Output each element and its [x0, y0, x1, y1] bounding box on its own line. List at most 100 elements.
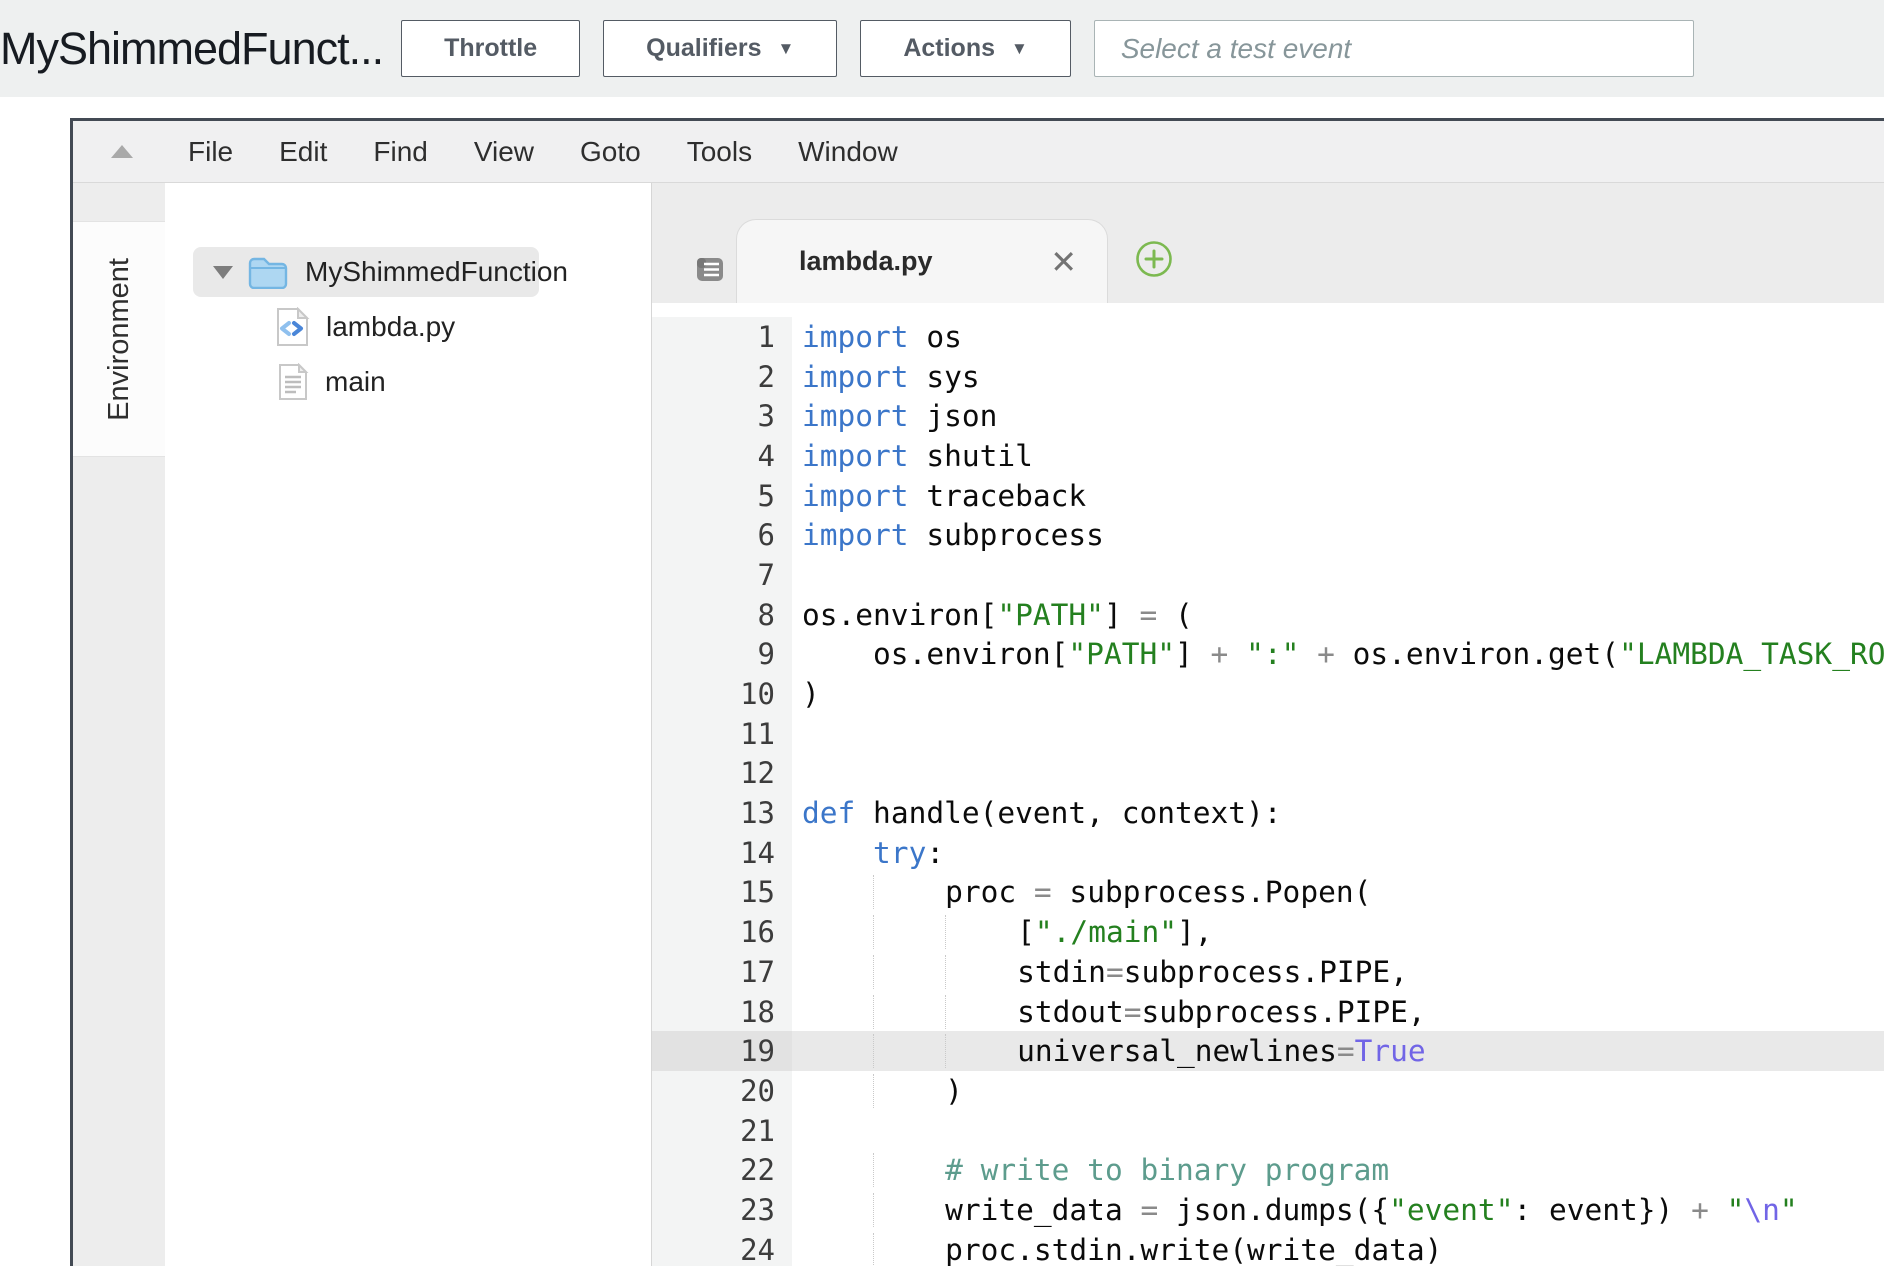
code-line[interactable]: 20 )	[652, 1071, 1884, 1111]
code-line[interactable]: 1import os	[652, 317, 1884, 357]
code-line[interactable]: 14 try:	[652, 833, 1884, 873]
code-line-text: ["./main"],	[792, 912, 1213, 952]
line-number: 4	[652, 436, 792, 476]
line-number: 8	[652, 595, 792, 635]
line-number: 11	[652, 714, 792, 754]
line-number: 21	[652, 1111, 792, 1151]
side-tab-strip: Environment	[73, 183, 165, 1266]
menu-file[interactable]: File	[165, 136, 256, 168]
folder-expander-icon[interactable]	[213, 266, 233, 279]
line-number: 10	[652, 674, 792, 714]
tab-lambda-py[interactable]: lambda.py ✕	[736, 219, 1108, 303]
line-number: 19	[652, 1031, 792, 1071]
code-line[interactable]: 16 ["./main"],	[652, 912, 1884, 952]
line-number: 7	[652, 555, 792, 595]
code-line-text	[792, 754, 802, 794]
code-line-text: import sys	[792, 357, 980, 397]
code-line-text: import shutil	[792, 436, 1033, 476]
code-line-text: stdout=subprocess.PIPE,	[792, 992, 1426, 1032]
line-number: 23	[652, 1190, 792, 1230]
code-line[interactable]: 9 os.environ["PATH"] + ":" + os.environ.…	[652, 635, 1884, 675]
line-number: 9	[652, 635, 792, 675]
menu-find[interactable]: Find	[350, 136, 450, 168]
function-header: MyShimmedFunct... Throttle Qualifiers ▼ …	[0, 0, 1884, 97]
code-line-text: os.environ["PATH"] + ":" + os.environ.ge…	[792, 635, 1884, 675]
folder-icon	[247, 255, 289, 289]
tree-file-lambda-py[interactable]: lambda.py	[165, 302, 651, 352]
code-line[interactable]: 4import shutil	[652, 436, 1884, 476]
code-area[interactable]: 1import os2import sys3import json4import…	[652, 303, 1884, 1266]
line-number: 16	[652, 912, 792, 952]
code-line[interactable]: 18 stdout=subprocess.PIPE,	[652, 992, 1884, 1032]
code-line[interactable]: 6import subprocess	[652, 515, 1884, 555]
menu-window[interactable]: Window	[775, 136, 921, 168]
code-line-text: universal_newlines=True	[792, 1031, 1426, 1071]
line-number: 5	[652, 476, 792, 516]
line-number: 20	[652, 1071, 792, 1111]
code-line[interactable]: 5import traceback	[652, 476, 1884, 516]
line-number: 24	[652, 1230, 792, 1266]
tree-folder-label: MyShimmedFunction	[305, 256, 568, 288]
menu-view[interactable]: View	[451, 136, 557, 168]
code-line[interactable]: 13def handle(event, context):	[652, 793, 1884, 833]
line-number: 1	[652, 317, 792, 357]
code-line-text: )	[792, 1071, 963, 1111]
code-line[interactable]: 19 universal_newlines=True	[652, 1031, 1884, 1071]
line-number: 3	[652, 396, 792, 436]
ide-window: File Edit Find View Goto Tools Window En…	[70, 118, 1884, 1266]
code-line-text: stdin=subprocess.PIPE,	[792, 952, 1408, 992]
code-line-text	[792, 1111, 802, 1151]
line-number: 14	[652, 833, 792, 873]
code-line[interactable]: 22 # write to binary program	[652, 1150, 1884, 1190]
test-event-select[interactable]: Select a test event	[1094, 20, 1694, 77]
menu-tools[interactable]: Tools	[664, 136, 775, 168]
code-line[interactable]: 3import json	[652, 396, 1884, 436]
tree-file-label: main	[325, 366, 386, 398]
code-line[interactable]: 10)	[652, 674, 1884, 714]
tree-folder-myshimmedfunction[interactable]: MyShimmedFunction	[193, 247, 539, 297]
editor-menubar: File Edit Find View Goto Tools Window	[73, 121, 1884, 183]
menu-goto[interactable]: Goto	[557, 136, 664, 168]
tab-environment[interactable]: Environment	[73, 221, 165, 457]
close-icon[interactable]: ✕	[1050, 246, 1077, 278]
code-line[interactable]: 12	[652, 754, 1884, 794]
menu-edit[interactable]: Edit	[256, 136, 350, 168]
code-line-text: import traceback	[792, 476, 1086, 516]
line-number: 2	[652, 357, 792, 397]
new-tab-plus-icon[interactable]	[1134, 239, 1174, 279]
code-line[interactable]: 8os.environ["PATH"] = (	[652, 595, 1884, 635]
code-line[interactable]: 17 stdin=subprocess.PIPE,	[652, 952, 1884, 992]
code-line-text: )	[792, 674, 820, 714]
code-line[interactable]: 7	[652, 555, 1884, 595]
tree-file-main[interactable]: main	[165, 357, 651, 407]
code-line[interactable]: 21	[652, 1111, 1884, 1151]
code-line-text	[792, 555, 802, 595]
code-line-text	[792, 714, 802, 754]
code-line-text: import os	[792, 317, 962, 357]
code-line[interactable]: 11	[652, 714, 1884, 754]
code-lines: 1import os2import sys3import json4import…	[652, 317, 1884, 1266]
throttle-button[interactable]: Throttle	[401, 20, 580, 77]
file-tree: MyShimmedFunction lambda.py main	[165, 183, 652, 1266]
actions-button[interactable]: Actions ▼	[860, 20, 1071, 77]
line-number: 17	[652, 952, 792, 992]
qualifiers-button[interactable]: Qualifiers ▼	[603, 20, 837, 77]
code-line[interactable]: 15 proc = subprocess.Popen(	[652, 873, 1884, 913]
code-line[interactable]: 23 write_data = json.dumps({"event": eve…	[652, 1190, 1884, 1230]
tab-list-icon[interactable]	[694, 253, 726, 285]
code-line[interactable]: 24 proc.stdin.write(write_data)	[652, 1230, 1884, 1266]
line-number: 22	[652, 1150, 792, 1190]
tree-file-label: lambda.py	[326, 311, 455, 343]
line-number: 12	[652, 754, 792, 794]
text-file-icon	[277, 363, 309, 401]
code-file-icon	[274, 307, 310, 347]
line-number: 13	[652, 793, 792, 833]
code-line-text: import subprocess	[792, 515, 1104, 555]
code-line[interactable]: 2import sys	[652, 357, 1884, 397]
collapse-panel-icon[interactable]	[111, 145, 133, 158]
code-line-text: proc = subprocess.Popen(	[792, 873, 1371, 913]
line-number: 15	[652, 873, 792, 913]
code-line-text: os.environ["PATH"] = (	[792, 595, 1193, 635]
function-title: MyShimmedFunct...	[0, 23, 383, 75]
chevron-down-icon: ▼	[777, 39, 794, 59]
